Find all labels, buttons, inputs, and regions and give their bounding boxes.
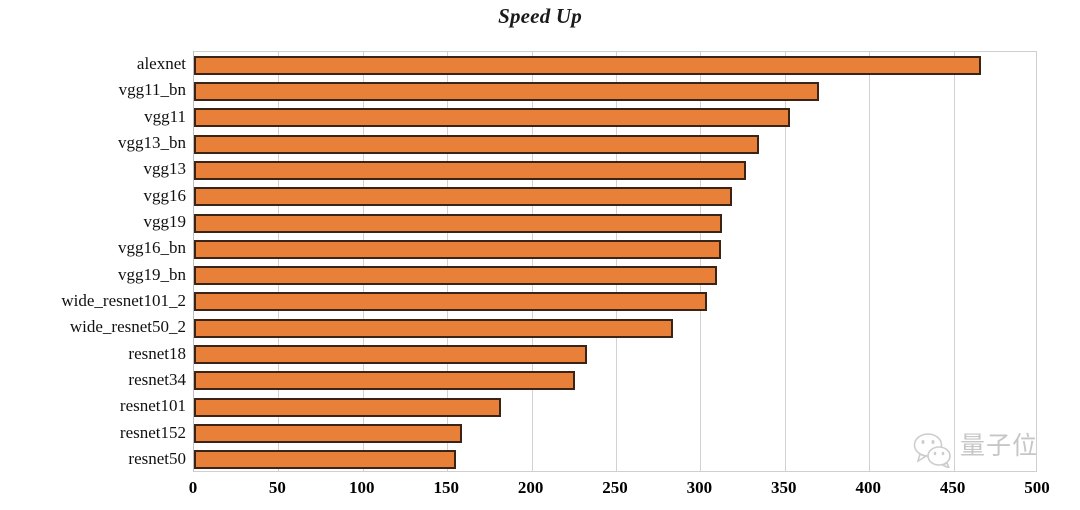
bar-row	[194, 81, 1036, 101]
bar-vgg19[interactable]	[194, 213, 723, 233]
y-axis-label-vgg19: vgg19	[143, 212, 187, 232]
bar-row	[194, 292, 1036, 312]
bar-vgg13[interactable]	[194, 160, 746, 180]
x-axis-tick-0: 0	[188, 478, 198, 497]
x-axis-tick-500: 500	[1024, 478, 1050, 497]
plot-area	[193, 51, 1037, 472]
chart-title: Speed Up	[498, 4, 582, 28]
bar-row	[194, 397, 1036, 417]
bar-wide_resnet50_2[interactable]	[194, 318, 674, 338]
y-axis-label-resnet34: resnet34	[128, 369, 186, 389]
y-axis-label-vgg19_bn: vgg19_bn	[118, 264, 186, 284]
y-axis-label-vgg11: vgg11	[144, 106, 186, 126]
bar-resnet50[interactable]	[194, 450, 456, 470]
bar-row	[194, 187, 1036, 207]
bar-vgg19_bn[interactable]	[194, 266, 718, 286]
x-axis-tick-100: 100	[349, 478, 375, 497]
bar-row	[194, 134, 1036, 154]
bar-row	[194, 424, 1036, 444]
bar-row	[194, 160, 1036, 180]
x-axis-tick-labels: 0 50 100 150 200 250 300 350 400 450 500	[0, 478, 1080, 506]
bar-row	[194, 55, 1036, 75]
x-axis-tick-350: 350	[771, 478, 797, 497]
y-axis-label-alexnet: alexnet	[136, 54, 186, 74]
y-axis-label-vgg13_bn: vgg13_bn	[118, 133, 186, 153]
bar-row	[194, 345, 1036, 365]
y-axis-label-wide_resnet50_2: wide_resnet50_2	[69, 317, 186, 337]
bar-vgg16_bn[interactable]	[194, 239, 721, 259]
bar-resnet101[interactable]	[194, 397, 502, 417]
bar-resnet152[interactable]	[194, 424, 463, 444]
y-axis-label-resnet152: resnet152	[119, 422, 186, 442]
speed-up-bar-chart: Speed Up alexnet vgg11_bn vgg11 vgg13_bnvgg…	[0, 0, 1080, 510]
bar-vgg16[interactable]	[194, 187, 733, 207]
y-axis-label-resnet50: resnet50	[128, 448, 186, 468]
y-axis-label-resnet18: resnet18	[128, 343, 186, 363]
bar-row	[194, 266, 1036, 286]
bar-row	[194, 318, 1036, 338]
bars-layer	[194, 52, 1036, 471]
bar-row	[194, 371, 1036, 391]
bar-alexnet[interactable]	[194, 55, 981, 75]
bar-row	[194, 450, 1036, 470]
bar-resnet18[interactable]	[194, 345, 588, 365]
y-axis-label-resnet101: resnet101	[119, 396, 186, 416]
y-axis-label-vgg13: vgg13	[143, 159, 187, 179]
y-axis-label-vgg11_bn: vgg11_bn	[118, 80, 186, 100]
bar-row	[194, 213, 1036, 233]
y-axis-label-vgg16: vgg16	[143, 185, 187, 205]
bar-row	[194, 108, 1036, 128]
bar-vgg11[interactable]	[194, 108, 790, 128]
x-axis-tick-400: 400	[855, 478, 881, 497]
x-axis-tick-300: 300	[686, 478, 713, 497]
bar-wide_resnet101_2[interactable]	[194, 292, 708, 312]
bar-vgg11_bn[interactable]	[194, 81, 819, 101]
y-axis-label-vgg16_bn: vgg16_bn	[118, 238, 186, 258]
bar-vgg13_bn[interactable]	[194, 134, 760, 154]
x-axis-tick-250: 250	[602, 478, 628, 497]
x-axis-tick-150: 150	[433, 478, 459, 497]
y-axis-category-labels: alexnet vgg11_bn vgg11 vgg13_bn vgg13 vgg16 vg…	[0, 51, 186, 472]
x-axis-tick-450: 450	[939, 478, 966, 497]
y-axis-label-wide_resnet101_2: wide_resnet101_2	[61, 290, 186, 310]
x-axis-tick-200: 200	[517, 478, 544, 497]
x-axis-tick-50: 50	[268, 478, 286, 497]
bar-resnet34[interactable]	[194, 371, 576, 391]
bar-row	[194, 239, 1036, 259]
